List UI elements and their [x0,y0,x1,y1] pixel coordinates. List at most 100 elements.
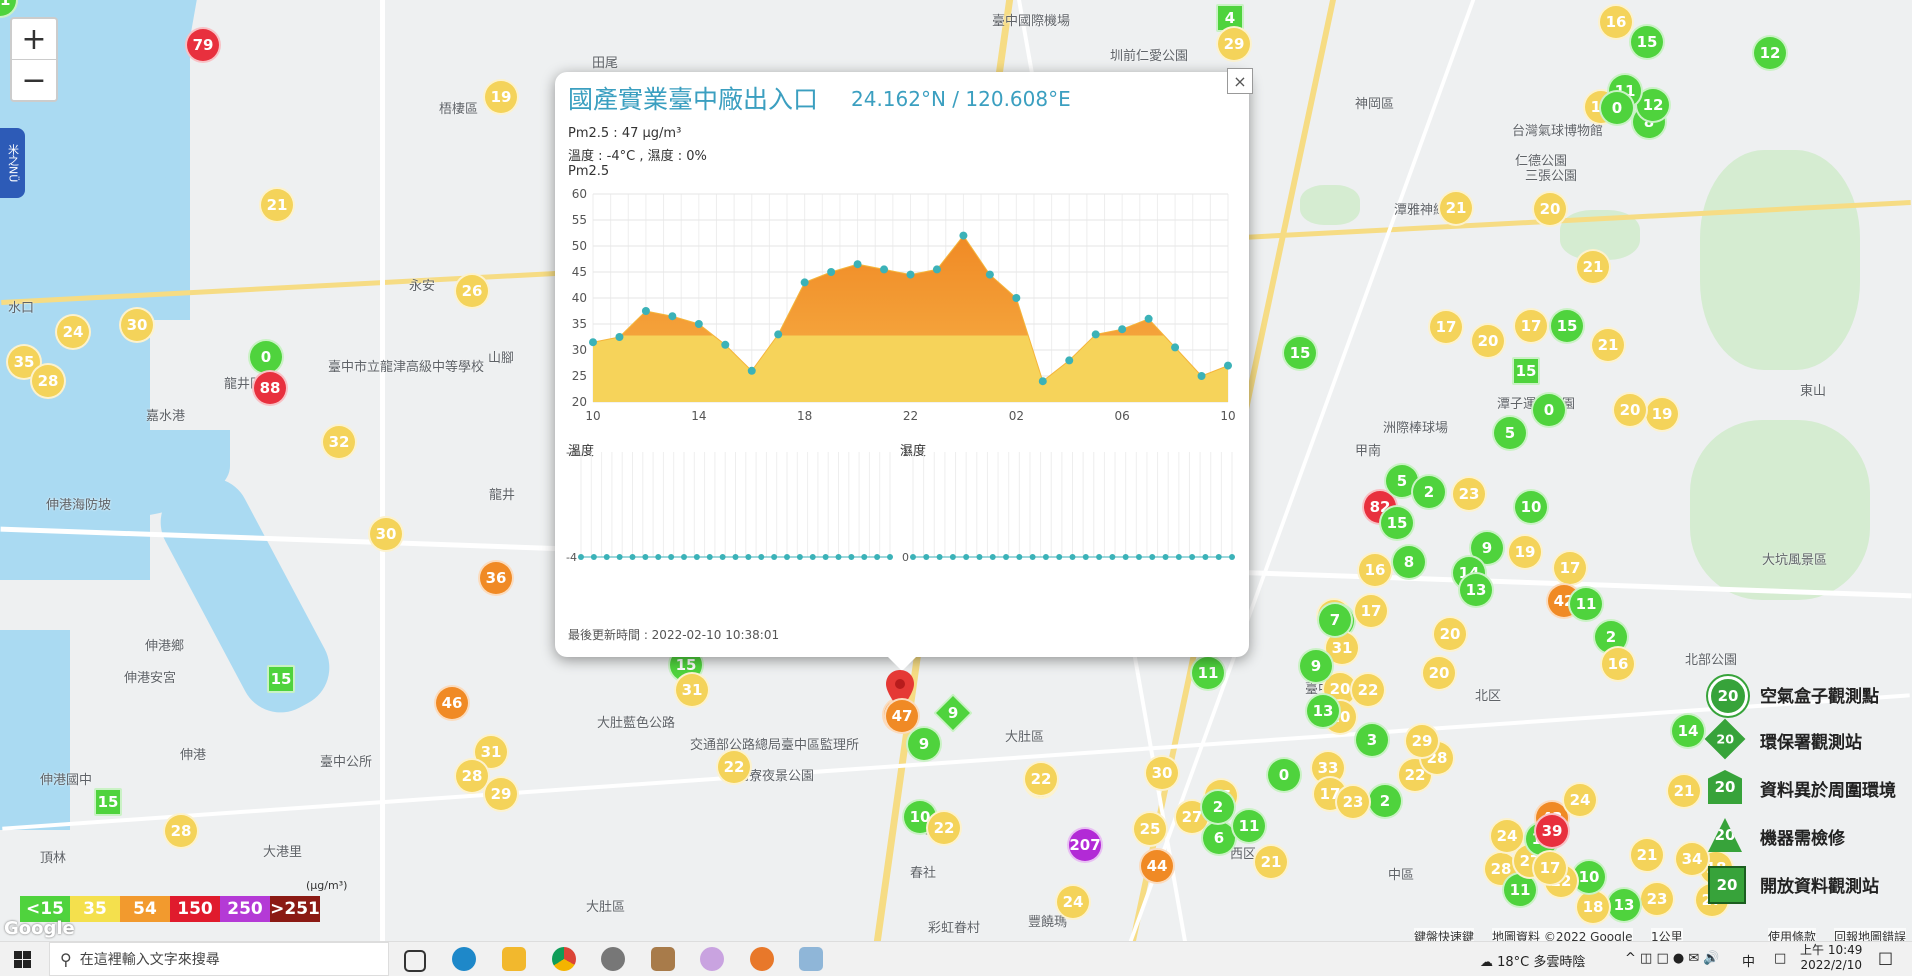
sensor-marker[interactable]: 31 [674,672,710,708]
weather-widget[interactable]: ☁ 18°C 多雲時陰 [1480,951,1585,970]
sensor-marker[interactable]: 20 [1470,323,1506,359]
terms-link[interactable]: 使用條款 [1768,928,1817,941]
sensor-marker[interactable]: 17 [1353,593,1389,629]
sensor-marker[interactable]: 13 [1305,693,1341,729]
sensor-marker[interactable]: 22 [1023,761,1059,797]
sensor-marker[interactable]: 16 [1357,552,1393,588]
sensor-marker[interactable]: 28 [163,813,199,849]
sensor-marker[interactable]: 15 [1282,335,1318,371]
app-icon[interactable] [799,947,823,971]
sensor-marker[interactable]: 23 [1639,881,1675,917]
sensor-marker[interactable]: 39 [1534,813,1570,849]
sensor-marker[interactable]: 88 [252,370,288,406]
sensor-marker[interactable]: 16 [1600,646,1636,682]
sensor-marker[interactable]: 0 [1531,392,1567,428]
app-icon[interactable] [601,947,625,971]
sensor-marker[interactable]: 30 [119,307,155,343]
sensor-marker[interactable]: 26 [454,273,490,309]
sensor-marker[interactable]: 79 [185,27,221,63]
report-error-link[interactable]: 回報地圖錯誤 [1834,928,1907,941]
sensor-marker[interactable]: 17 [1532,850,1568,886]
side-panel-tab[interactable]: 米之NÜ [0,128,25,198]
sensor-marker[interactable]: 13 [1458,572,1494,608]
sensor-marker[interactable]: 21 [1590,327,1626,363]
sensor-marker[interactable]: 11 [1190,655,1226,691]
sensor-marker[interactable]: 0 [1599,90,1635,126]
sensor-marker[interactable]: 23 [1451,476,1487,512]
sensor-marker[interactable]: 14 [1670,713,1706,749]
sensor-marker[interactable]: 29 [1404,723,1440,759]
sensor-marker[interactable]: 22 [716,749,752,785]
sensor-marker[interactable]: 0 [1266,757,1302,793]
sensor-marker[interactable]: 21 [1575,249,1611,285]
sensor-marker[interactable]: 15 [94,788,122,816]
sensor-marker[interactable]: 21 [1629,837,1665,873]
sensor-marker[interactable]: 29 [483,776,519,812]
sensor-marker[interactable]: 19 [1644,396,1680,432]
sensor-marker[interactable]: 23 [1335,784,1371,820]
task-view-icon[interactable] [404,950,426,972]
sensor-marker[interactable]: 36 [478,560,514,596]
sensor-marker[interactable]: 15 [267,665,295,693]
system-tray-icons[interactable]: ^ ◫ □ ● ✉ 🔊 [1625,951,1720,966]
zoom-out-button[interactable]: − [12,59,56,100]
sensor-marker[interactable]: 13 [1606,887,1642,923]
sensor-marker[interactable]: 9 [906,726,942,762]
sensor-marker[interactable]: 20 [1532,191,1568,227]
sensor-marker[interactable]: 17 [1552,550,1588,586]
sensor-marker[interactable]: 2 [1200,789,1236,825]
sensor-marker[interactable]: 11 [1568,586,1604,622]
sensor-marker[interactable]: 19 [483,79,519,115]
sensor-marker[interactable]: 207 [1067,827,1103,863]
sensor-marker[interactable]: 46 [434,685,470,721]
sensor-marker[interactable]: 21 [259,187,295,223]
sensor-marker[interactable]: 17 [1428,309,1464,345]
chrome-icon[interactable] [552,947,576,971]
sensor-marker[interactable]: 12 [1752,35,1788,71]
app-icon[interactable] [700,947,724,971]
sensor-marker[interactable]: 25 [1132,811,1168,847]
keyboard-shortcuts-link[interactable]: 鍵盤快速鍵 [1414,928,1475,941]
sensor-marker[interactable]: 9 [933,693,973,733]
sensor-marker[interactable]: 20 [1432,616,1468,652]
sensor-marker[interactable]: 16 [1598,4,1634,40]
sensor-marker[interactable]: 10 [1513,489,1549,525]
sensor-marker[interactable]: 17 [1513,308,1549,344]
blender-icon[interactable] [750,947,774,971]
google-logo[interactable]: Google [4,918,75,939]
sensor-marker[interactable]: 21 [1666,773,1702,809]
ime-indicator[interactable]: 中 [1742,951,1755,970]
map-canvas[interactable]: 臺中國際機場 田尾 圳前仁愛公園 神岡區 梧棲區 台灣氣球博物館 潭雅神綠園道 三張公園 仁德公… [0,0,1912,941]
calendar-icon[interactable]: □ [1774,951,1786,966]
taskbar-search[interactable]: ⚲ 在這裡輸入文字來搜尋 [49,942,389,976]
sensor-marker[interactable]: 22 [926,810,962,846]
windows-start-icon[interactable] [14,951,31,968]
sensor-marker[interactable]: 7 [1317,602,1353,638]
map-scale[interactable]: 1公里 [1651,928,1683,941]
sensor-marker[interactable]: 24 [55,314,91,350]
sensor-marker[interactable]: 24 [1562,782,1598,818]
sensor-marker[interactable]: 2 [1411,474,1447,510]
selected-station-marker[interactable]: 47 [884,698,920,734]
zoom-control[interactable]: + − [10,17,58,102]
sensor-marker[interactable]: 2 [1367,783,1403,819]
sensor-marker[interactable]: 9 [1298,648,1334,684]
sensor-marker[interactable]: 28 [30,363,66,399]
sensor-marker[interactable]: 34 [1674,841,1710,877]
sensor-marker[interactable]: 29 [1216,26,1252,62]
sensor-marker[interactable]: 15 [1512,357,1540,385]
sensor-marker[interactable]: 15 [1549,308,1585,344]
sensor-marker[interactable]: 20 [1612,392,1648,428]
sensor-marker[interactable]: 22 [1350,672,1386,708]
sensor-marker[interactable]: 19 [1507,534,1543,570]
close-button[interactable]: × [1227,68,1253,94]
clock[interactable]: 上午 10:49 2022/2/10 [1800,943,1862,973]
edge-browser-icon[interactable] [452,947,476,971]
sensor-marker[interactable]: 21 [1438,190,1474,226]
sensor-marker[interactable]: 8 [1391,544,1427,580]
zoom-in-button[interactable]: + [12,19,56,59]
sensor-marker[interactable]: 3 [1354,722,1390,758]
notification-icon[interactable]: □ [1878,948,1893,967]
sensor-marker[interactable]: 24 [1055,884,1091,920]
sensor-marker[interactable]: 30 [1144,755,1180,791]
